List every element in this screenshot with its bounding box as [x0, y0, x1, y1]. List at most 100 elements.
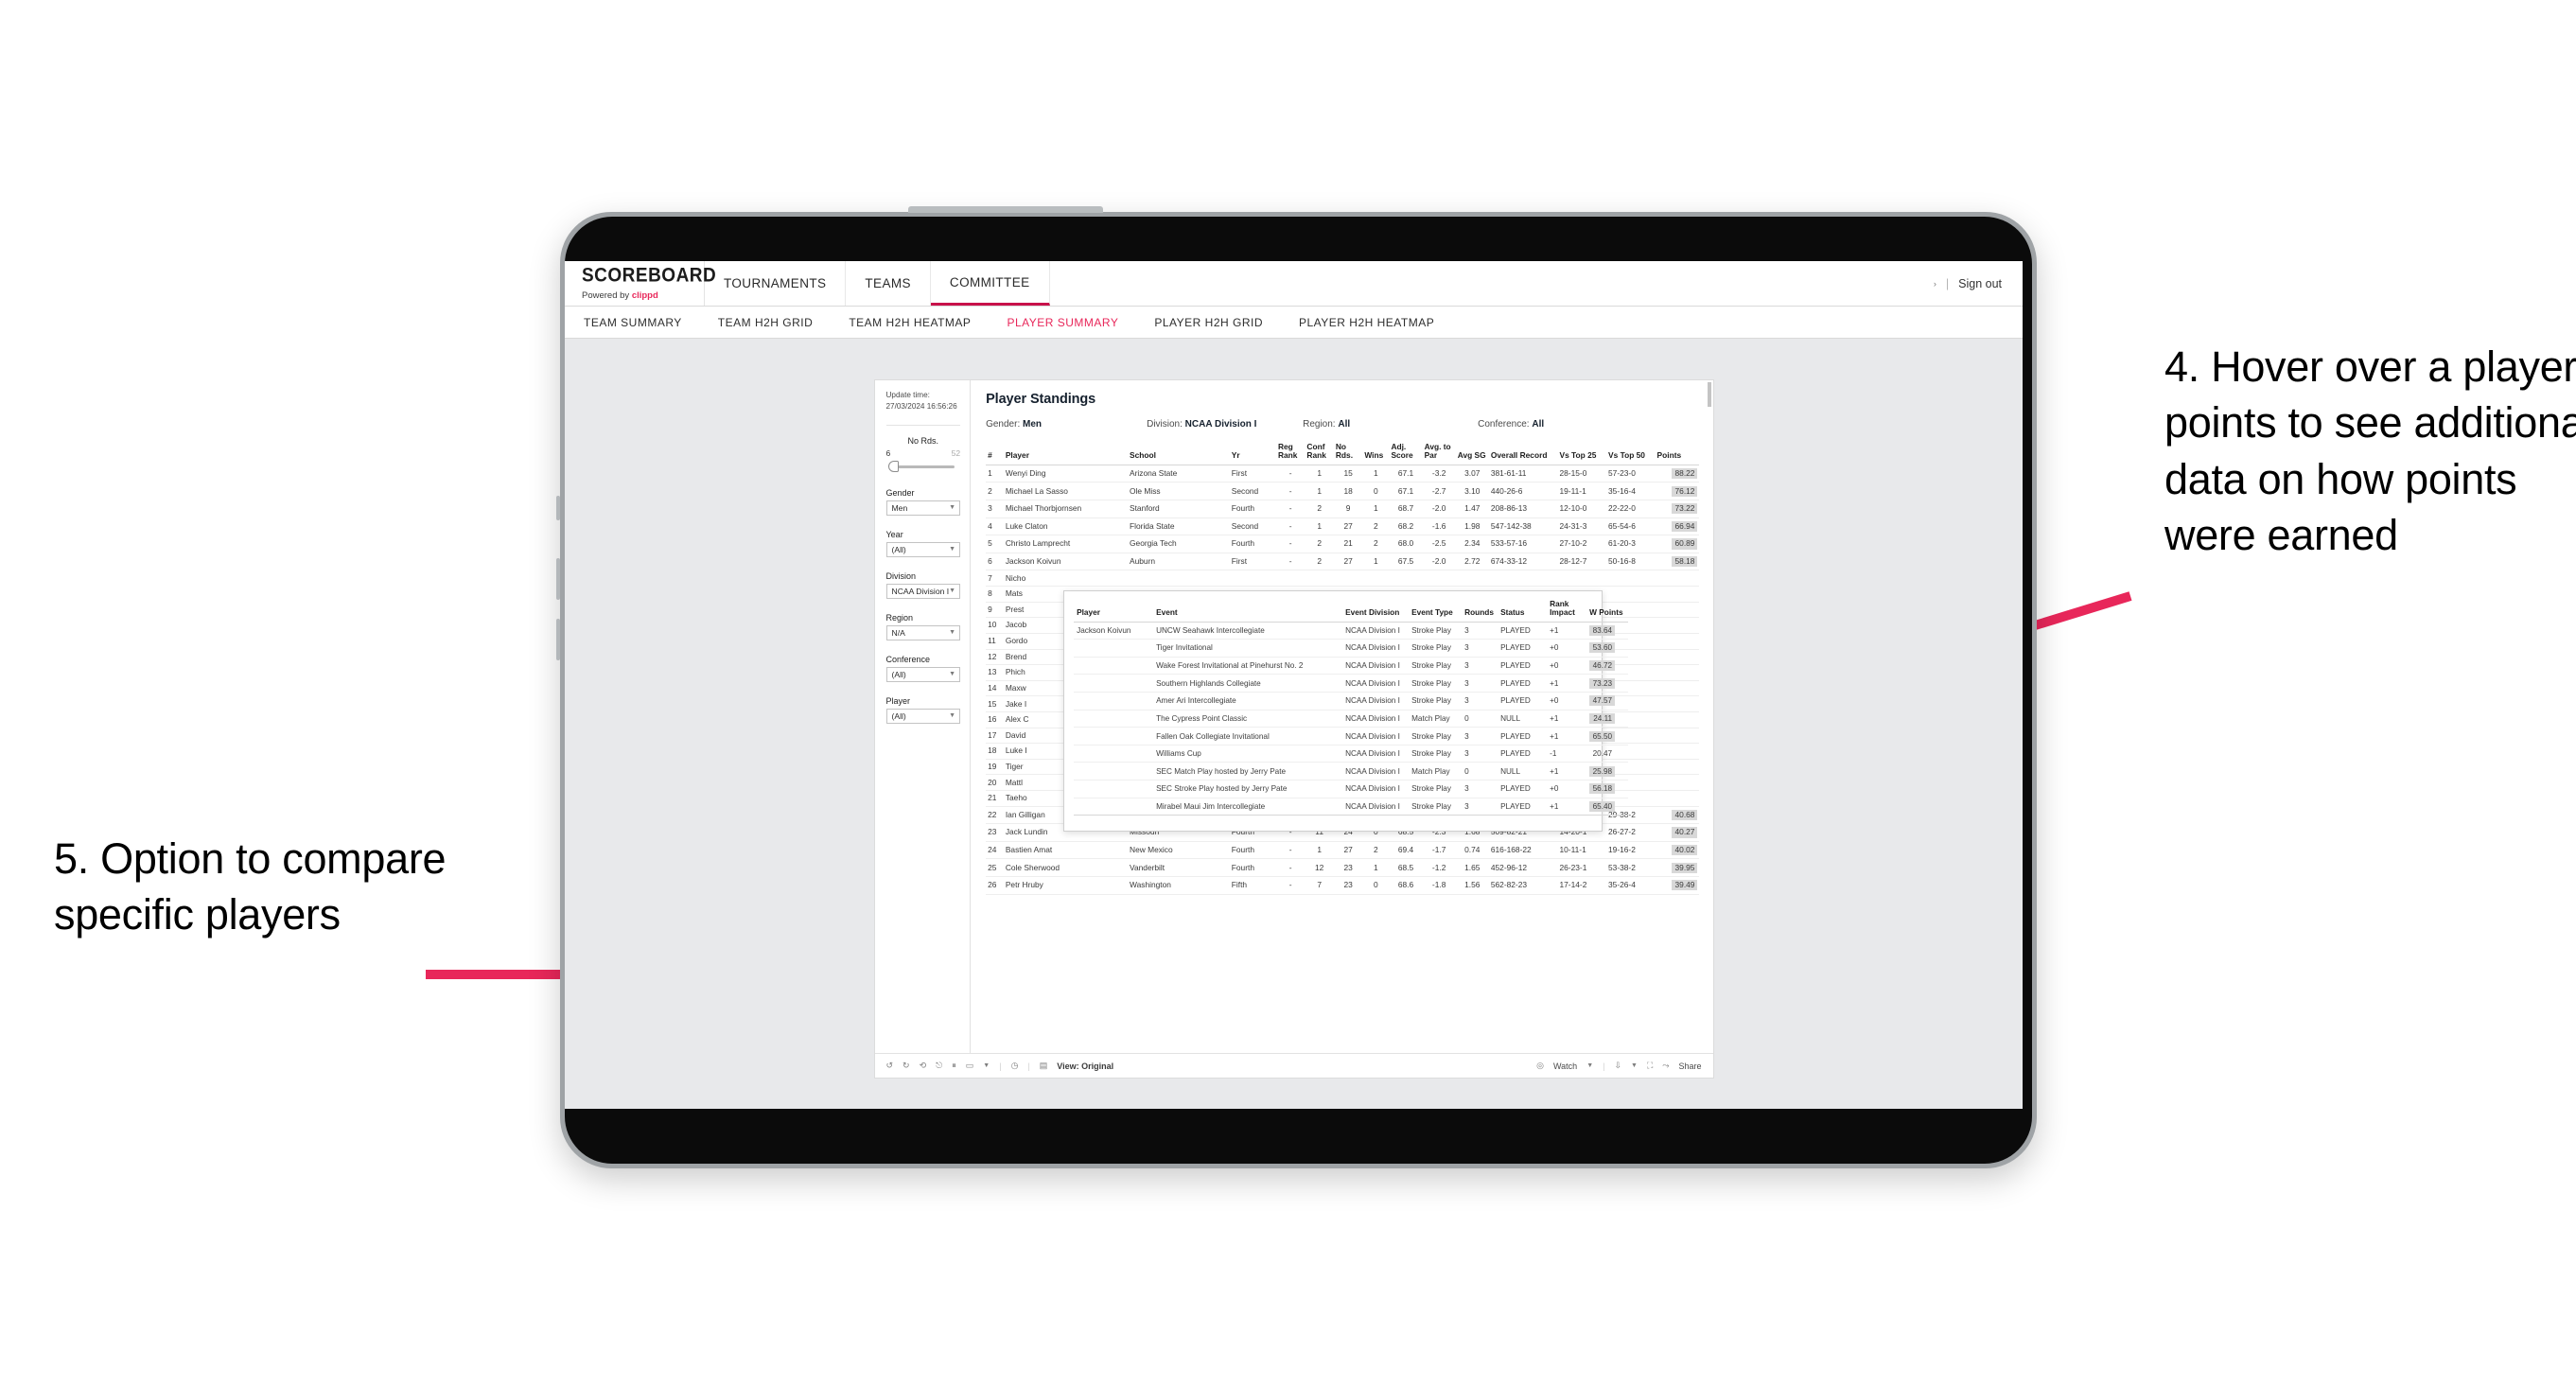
cell-points[interactable]: 73.22 [1655, 500, 1700, 518]
table-row[interactable]: 24 Bastien Amat New Mexico Fourth - 1 27… [986, 841, 1700, 860]
fullscreen-icon[interactable]: ⛶ [1647, 1061, 1653, 1071]
cell-points[interactable]: 60.89 [1655, 535, 1700, 553]
nav-teams[interactable]: TEAMS [846, 261, 931, 306]
refresh-data-icon[interactable]: ⎋ [936, 1061, 942, 1071]
col-conf-rank[interactable]: Conf Rank [1305, 442, 1334, 465]
player-select[interactable]: (All) ▼ [885, 708, 961, 724]
region-label: Region [885, 612, 914, 623]
brand-subtitle: Powered by clippd [582, 290, 704, 301]
subnav-player-summary[interactable]: PLAYER SUMMARY [1007, 316, 1139, 329]
col-reg-rank[interactable]: Reg Rank [1275, 442, 1306, 465]
scrollbar-thumb[interactable] [1708, 382, 1712, 407]
share-icon[interactable]: ⤳ [1662, 1061, 1669, 1071]
cell-conf-rank: 12 [1305, 858, 1334, 878]
scoreboard-app: SCOREBOARD Powered by clippd TOURNAMENTS… [565, 261, 2023, 1109]
col-no-rds[interactable]: No Rds. [1333, 442, 1363, 465]
tip-col-status: Status [1498, 600, 1548, 623]
table-row[interactable]: 2 Michael La Sasso Ole Miss Second - 1 1… [986, 482, 1700, 501]
cell-points[interactable]: 40.68 [1655, 806, 1700, 825]
cell-points[interactable]: 39.49 [1655, 876, 1700, 895]
pause-updates-icon[interactable]: ⏸ [952, 1061, 956, 1071]
table-header: # Player School Yr Reg Rank Conf Rank No… [986, 442, 1700, 465]
cell-points[interactable]: 76.12 [1655, 482, 1700, 501]
conference-select[interactable]: (All) ▼ [885, 666, 961, 682]
col-avg-to-par[interactable]: Avg. to Par [1422, 442, 1456, 465]
col-vs-top-50[interactable]: Vs Top 50 [1606, 443, 1656, 465]
tip-cell-status: PLAYED [1498, 692, 1548, 711]
tip-cell-division: NCAA Division I [1342, 762, 1410, 781]
cell-overall-record: 562-82-23 [1488, 876, 1558, 895]
undo-icon[interactable]: ↺ [886, 1061, 894, 1071]
col-adj-score[interactable]: Adj. Score [1389, 442, 1423, 465]
table-row[interactable]: 3 Michael Thorbjornsen Stanford Fourth -… [986, 500, 1700, 518]
table-row[interactable]: 6 Jackson Koivun Auburn First - 2 27 1 6… [986, 553, 1700, 571]
w-points-value: 47.57 [1589, 695, 1616, 707]
table-row[interactable]: 1 Wenyi Ding Arizona State First - 1 15 … [986, 465, 1700, 483]
cell-points[interactable]: 39.95 [1655, 858, 1700, 878]
download-icon[interactable]: ⇩ [1614, 1061, 1621, 1071]
table-vertical-scrollbar[interactable] [1707, 380, 1712, 1053]
col-avg-sg[interactable]: Avg SG [1455, 443, 1489, 465]
table-row[interactable]: 4 Luke Claton Florida State Second - 1 2… [986, 518, 1700, 536]
alerts-icon[interactable]: ◷ [1011, 1061, 1019, 1071]
view-label[interactable]: View: Original [1057, 1061, 1113, 1071]
chevron-down-icon[interactable]: ▼ [1631, 1062, 1638, 1069]
watch-label[interactable]: Watch [1553, 1061, 1577, 1071]
subnav-player-h2h-grid[interactable]: PLAYER H2H GRID [1154, 316, 1284, 329]
slider-handle[interactable] [887, 460, 899, 472]
col-vs-top-25[interactable]: Vs Top 25 [1557, 443, 1607, 465]
presentation-mode-icon[interactable]: ▭ [966, 1061, 974, 1071]
w-points-value: 65.40 [1589, 800, 1616, 812]
revert-icon[interactable]: ⟲ [920, 1061, 927, 1071]
col-overall-record[interactable]: Overall Record [1488, 443, 1558, 465]
subnav-team-h2h-grid[interactable]: TEAM H2H GRID [718, 316, 834, 329]
nav-tournaments[interactable]: TOURNAMENTS [705, 261, 847, 306]
points-value: 40.02 [1672, 845, 1698, 856]
region-select[interactable]: N/A ▼ [885, 624, 961, 640]
tip-cell-impact: +1 [1547, 622, 1587, 640]
col-wins[interactable]: Wins [1362, 443, 1390, 465]
col-school[interactable]: School [1128, 443, 1230, 465]
watch-icon[interactable]: ◎ [1536, 1061, 1544, 1071]
cell-player: Wenyi Ding [1003, 465, 1129, 483]
cell-points[interactable]: 40.02 [1655, 841, 1700, 860]
cell-points-hovered[interactable]: 58.18 [1655, 553, 1700, 571]
chevron-down-icon[interactable]: ▼ [1586, 1062, 1593, 1069]
tip-cell-event: Tiger Invitational [1153, 639, 1343, 658]
col-yr[interactable]: Yr [1229, 443, 1276, 465]
tip-cell-impact: +0 [1547, 657, 1587, 675]
division-select[interactable]: NCAA Division I ▼ [885, 583, 961, 599]
subnav-team-summary[interactable]: TEAM SUMMARY [584, 316, 703, 329]
nav-committee[interactable]: COMMITTEE [930, 261, 1050, 306]
table-row[interactable]: 26 Petr Hruby Washington Fifth - 7 23 0 [986, 876, 1700, 895]
cell-points[interactable]: 40.27 [1655, 823, 1700, 842]
col-rank[interactable]: # [986, 443, 1004, 465]
table-row[interactable]: 25 Cole Sherwood Vanderbilt Fourth - 12 … [986, 858, 1700, 878]
redo-icon[interactable]: ↻ [902, 1061, 910, 1071]
cell-adj-score: 69.4 [1389, 841, 1423, 860]
slide-canvas: 4. Hover over a player’s points to see a… [0, 0, 2576, 1386]
subnav-player-h2h-heatmap[interactable]: PLAYER H2H HEATMAP [1299, 316, 1455, 329]
cell-reg-rank: - [1275, 841, 1306, 860]
table-row[interactable]: 5 Christo Lamprecht Georgia Tech Fourth … [986, 535, 1700, 553]
tip-cell-player [1074, 798, 1154, 816]
subnav-team-h2h-heatmap[interactable]: TEAM H2H HEATMAP [849, 316, 991, 329]
col-player[interactable]: Player [1003, 443, 1129, 465]
year-select[interactable]: (All) ▼ [885, 541, 961, 557]
gender-select[interactable]: Men ▼ [885, 500, 961, 516]
table-row[interactable]: 7 Nicho [986, 570, 1700, 588]
w-points-value: 56.18 [1589, 783, 1616, 795]
brand-logo[interactable]: SCOREBOARD Powered by clippd [565, 261, 716, 306]
filter-player: Player (All) ▼ [885, 696, 961, 724]
sign-out-link[interactable]: Sign out [1958, 277, 2002, 290]
col-points[interactable]: Points [1655, 443, 1700, 465]
user-chevron-icon[interactable]: › [1934, 279, 1936, 289]
view-icon[interactable]: ▤ [1040, 1061, 1048, 1071]
chevron-down-icon[interactable]: ▼ [983, 1062, 990, 1069]
cell-school: Arizona State [1128, 465, 1230, 483]
no-rounds-slider[interactable] [886, 460, 961, 473]
cell-points[interactable]: 66.94 [1655, 518, 1700, 536]
cell-points[interactable]: 88.22 [1655, 465, 1700, 483]
gender-value: Men [891, 502, 908, 513]
share-label[interactable]: Share [1678, 1061, 1701, 1071]
